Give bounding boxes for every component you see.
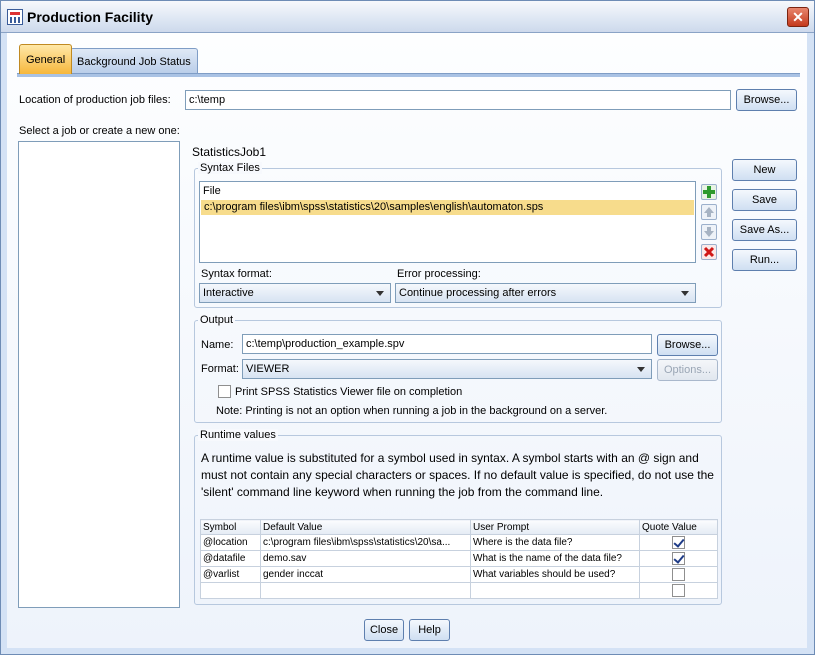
syntax-format-select[interactable]: Interactive <box>199 283 391 303</box>
move-up-icon[interactable] <box>701 204 717 220</box>
quote-value-cell <box>639 582 718 599</box>
error-processing-value: Continue processing after errors <box>399 287 557 299</box>
syntax-files-group-title: Syntax Files <box>198 162 262 174</box>
user-prompt-cell[interactable]: Where is the data file? <box>470 534 640 551</box>
run-button[interactable]: Run... <box>732 249 797 271</box>
quote-value-checkbox[interactable] <box>672 536 685 549</box>
location-label: Location of production job files: <box>19 94 171 106</box>
spss-app-icon <box>7 9 23 25</box>
output-options-button[interactable]: Options... <box>657 359 718 381</box>
output-group-title: Output <box>198 314 236 326</box>
printing-note: Note: Printing is not an option when run… <box>216 405 608 417</box>
runtime-values-group-title: Runtime values <box>198 429 278 441</box>
output-browse-button[interactable]: Browse... <box>657 334 718 356</box>
output-format-select[interactable]: VIEWER <box>242 359 652 379</box>
location-browse-button[interactable]: Browse... <box>736 89 797 111</box>
symbol-cell[interactable]: @varlist <box>200 566 261 583</box>
default-value-cell[interactable]: c:\program files\ibm\spss\statistics\20\… <box>260 534 471 551</box>
quote-value-checkbox[interactable] <box>672 568 685 581</box>
runtime-values-description: A runtime value is substituted for a sym… <box>201 451 714 499</box>
print-viewer-label: Print SPSS Statistics Viewer file on com… <box>235 386 463 398</box>
default-value-cell[interactable]: demo.sav <box>260 550 471 567</box>
table-row[interactable]: @varlist gender inccat What variables sh… <box>200 566 718 583</box>
new-button[interactable]: New <box>732 159 797 181</box>
column-header-symbol[interactable]: Symbol <box>200 519 261 535</box>
tab-general[interactable]: General <box>19 44 73 74</box>
symbol-cell[interactable] <box>200 582 261 599</box>
column-header-user-prompt[interactable]: User Prompt <box>470 519 640 535</box>
output-name-input[interactable]: c:\temp\production_example.spv <box>242 334 652 354</box>
title-bar: Production Facility ✕ <box>1 1 814 33</box>
chevron-down-icon <box>681 291 689 296</box>
default-value-cell[interactable]: gender inccat <box>260 566 471 583</box>
error-processing-select[interactable]: Continue processing after errors <box>395 283 696 303</box>
user-prompt-cell[interactable]: What is the name of the data file? <box>470 550 640 567</box>
default-value-cell[interactable] <box>260 582 471 599</box>
close-button[interactable]: Close <box>364 619 404 641</box>
symbol-cell[interactable]: @location <box>200 534 261 551</box>
table-row[interactable] <box>200 582 718 599</box>
table-row[interactable]: @location c:\program files\ibm\spss\stat… <box>200 534 718 551</box>
syntax-files-header: File <box>203 185 221 197</box>
tab-strip-rule <box>17 73 800 77</box>
output-format-label: Format: <box>201 363 239 375</box>
job-name: StatisticsJob1 <box>192 145 267 159</box>
job-list[interactable] <box>18 141 180 608</box>
tab-background-job-status[interactable]: Background Job Status <box>70 48 198 74</box>
add-file-icon[interactable] <box>701 184 717 200</box>
close-window-icon[interactable]: ✕ <box>787 7 809 27</box>
syntax-format-value: Interactive <box>203 287 254 299</box>
window-title: Production Facility <box>27 9 154 25</box>
quote-value-cell <box>639 550 718 567</box>
save-as-button[interactable]: Save As... <box>732 219 797 241</box>
table-row[interactable]: @datafile demo.sav What is the name of t… <box>200 550 718 567</box>
quote-value-cell <box>639 534 718 551</box>
syntax-files-list[interactable]: File c:\program files\ibm\spss\statistic… <box>199 181 696 263</box>
syntax-file-row[interactable]: c:\program files\ibm\spss\statistics\20\… <box>201 200 694 215</box>
chevron-down-icon <box>637 367 645 372</box>
column-header-default-value[interactable]: Default Value <box>260 519 471 535</box>
print-viewer-checkbox[interactable] <box>218 385 231 398</box>
delete-file-icon[interactable] <box>701 244 717 260</box>
save-button[interactable]: Save <box>732 189 797 211</box>
error-processing-label: Error processing: <box>397 268 481 280</box>
quote-value-checkbox[interactable] <box>672 552 685 565</box>
output-format-value: VIEWER <box>246 363 290 375</box>
job-list-label: Select a job or create a new one: <box>19 125 180 137</box>
column-header-quote-value[interactable]: Quote Value <box>639 519 718 535</box>
quote-value-checkbox[interactable] <box>672 584 685 597</box>
user-prompt-cell[interactable]: What variables should be used? <box>470 566 640 583</box>
help-button[interactable]: Help <box>409 619 450 641</box>
location-input[interactable]: c:\temp <box>185 90 731 110</box>
quote-value-cell <box>639 566 718 583</box>
user-prompt-cell[interactable] <box>470 582 640 599</box>
output-name-label: Name: <box>201 339 234 351</box>
table-header-row: Symbol Default Value User Prompt Quote V… <box>200 519 718 535</box>
chevron-down-icon <box>376 291 384 296</box>
runtime-values-table[interactable]: Symbol Default Value User Prompt Quote V… <box>200 519 718 599</box>
syntax-format-label: Syntax format: <box>201 268 272 280</box>
move-down-icon[interactable] <box>701 224 717 240</box>
symbol-cell[interactable]: @datafile <box>200 550 261 567</box>
